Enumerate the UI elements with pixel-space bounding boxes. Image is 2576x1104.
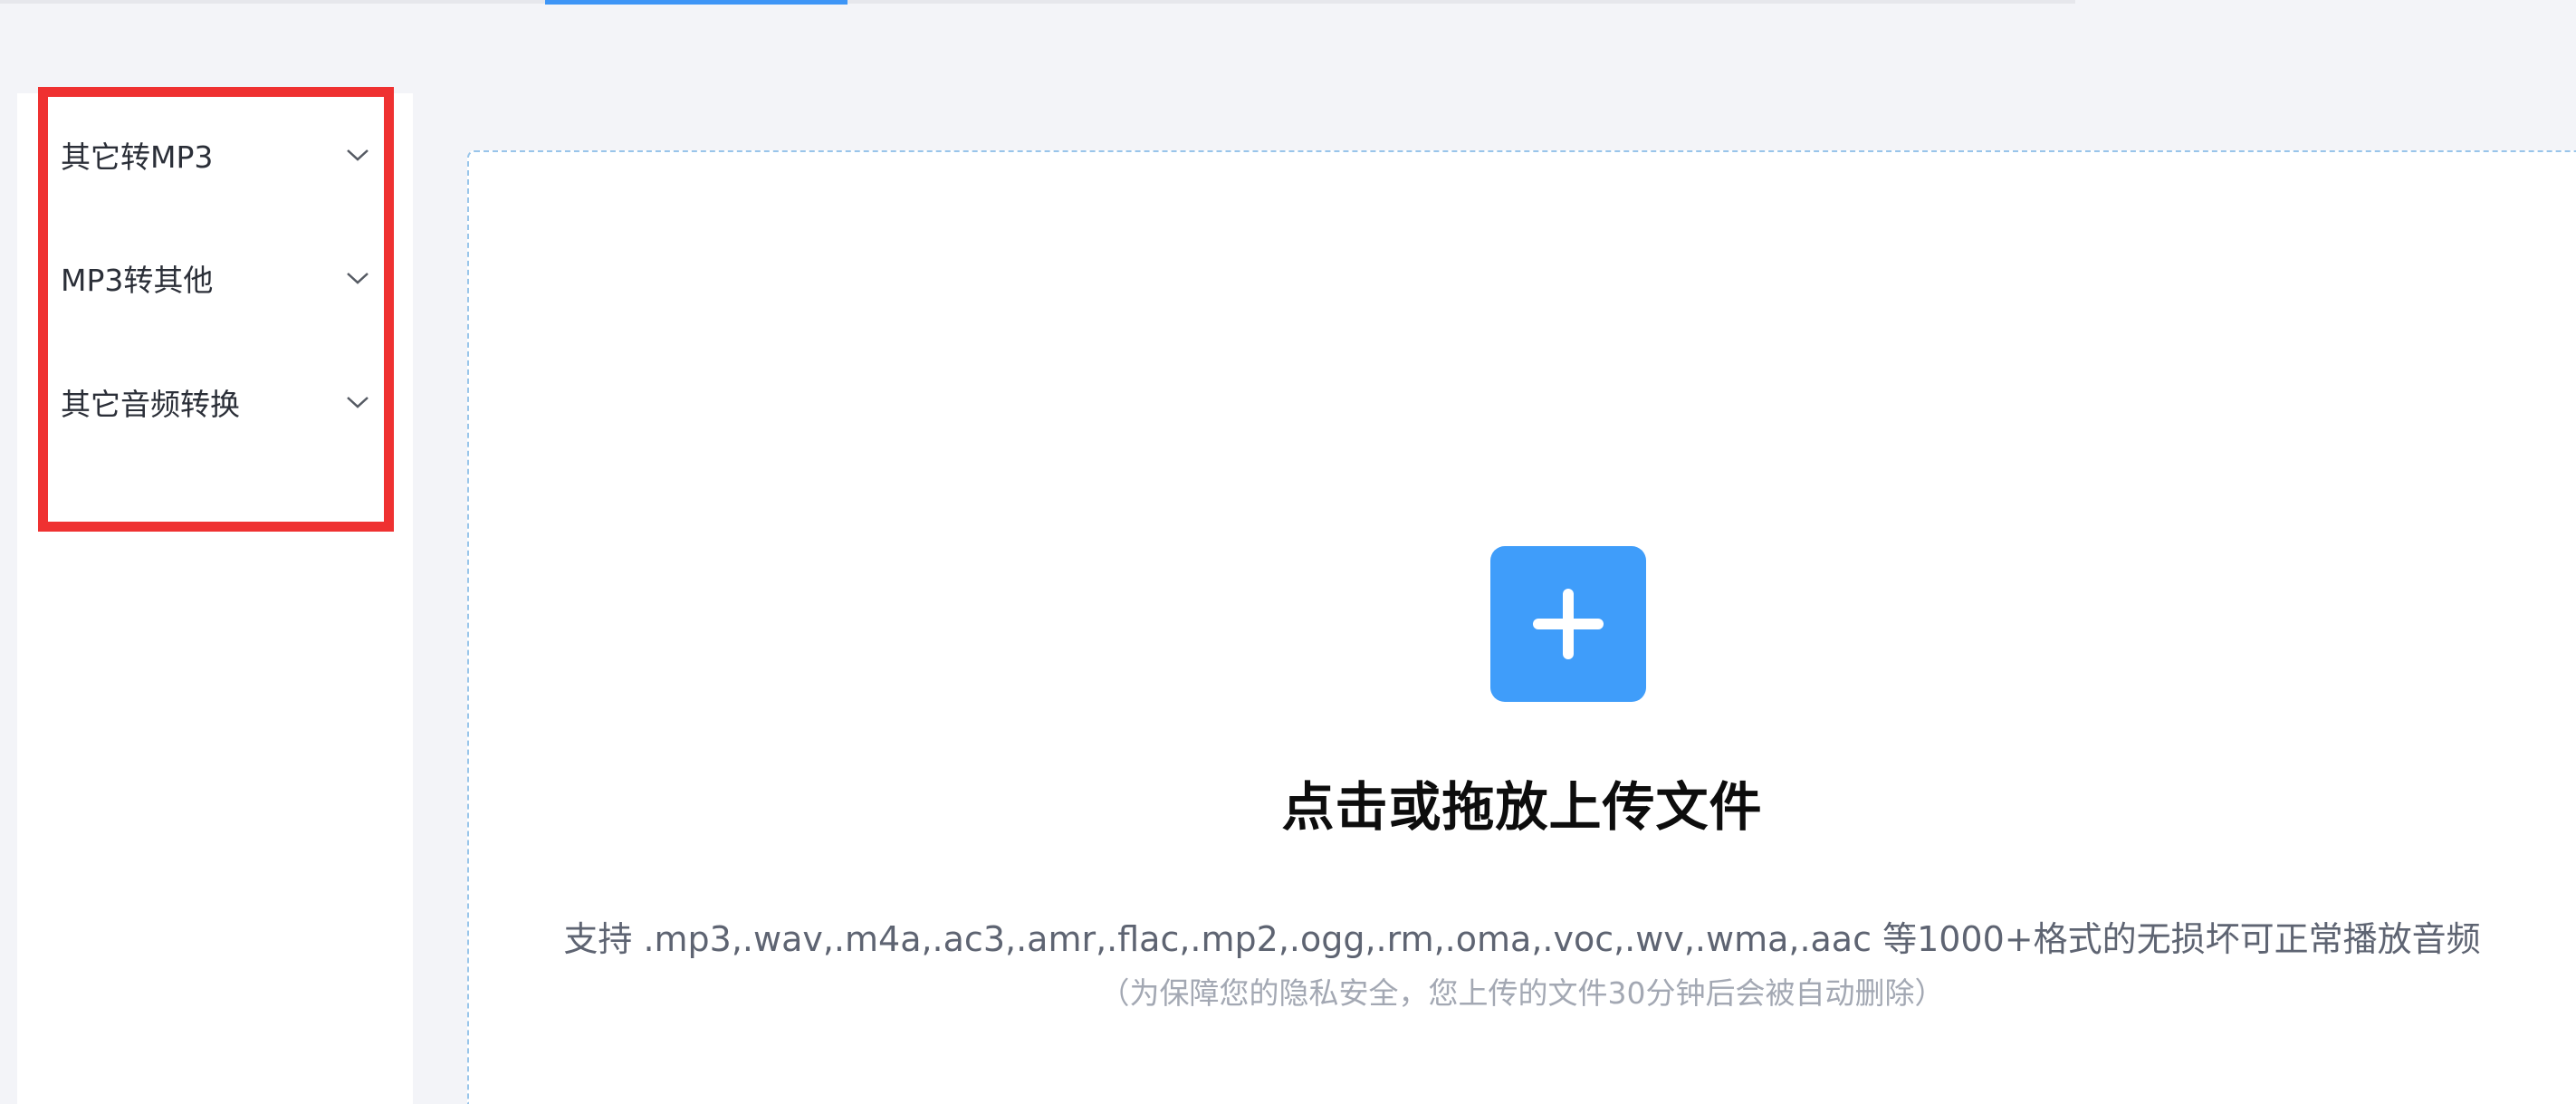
- sidebar-item-label: MP3转其他: [61, 263, 214, 298]
- upload-dropzone[interactable]: 点击或拖放上传文件 支持 .mp3,.wav,.m4a,.ac3,.amr,.f…: [467, 150, 2576, 1104]
- chevron-down-icon: [342, 139, 373, 170]
- upload-button[interactable]: [1490, 546, 1646, 702]
- supported-formats-text: 支持 .mp3,.wav,.m4a,.ac3,.amr,.flac,.mp2,.…: [563, 919, 2481, 959]
- chevron-down-icon: [342, 387, 373, 418]
- chevron-down-icon: [342, 263, 373, 293]
- plus-icon: [1533, 589, 1604, 659]
- sidebar-item-mp3-to-other[interactable]: MP3转其他: [61, 242, 373, 314]
- sidebar-item-label: 其它转MP3: [61, 139, 214, 175]
- upload-title: 点击或拖放上传文件: [1281, 776, 1763, 838]
- sidebar-item-other-audio-convert[interactable]: 其它音频转换: [61, 366, 373, 438]
- privacy-note: （为保障您的隐私安全，您上传的文件30分钟后会被自动删除）: [1099, 975, 1945, 1011]
- active-tab-indicator: [545, 0, 847, 5]
- sidebar-item-other-to-mp3[interactable]: 其它转MP3: [61, 119, 373, 191]
- sidebar-item-label: 其它音频转换: [61, 387, 240, 422]
- top-tab-bar: [0, 0, 2075, 4]
